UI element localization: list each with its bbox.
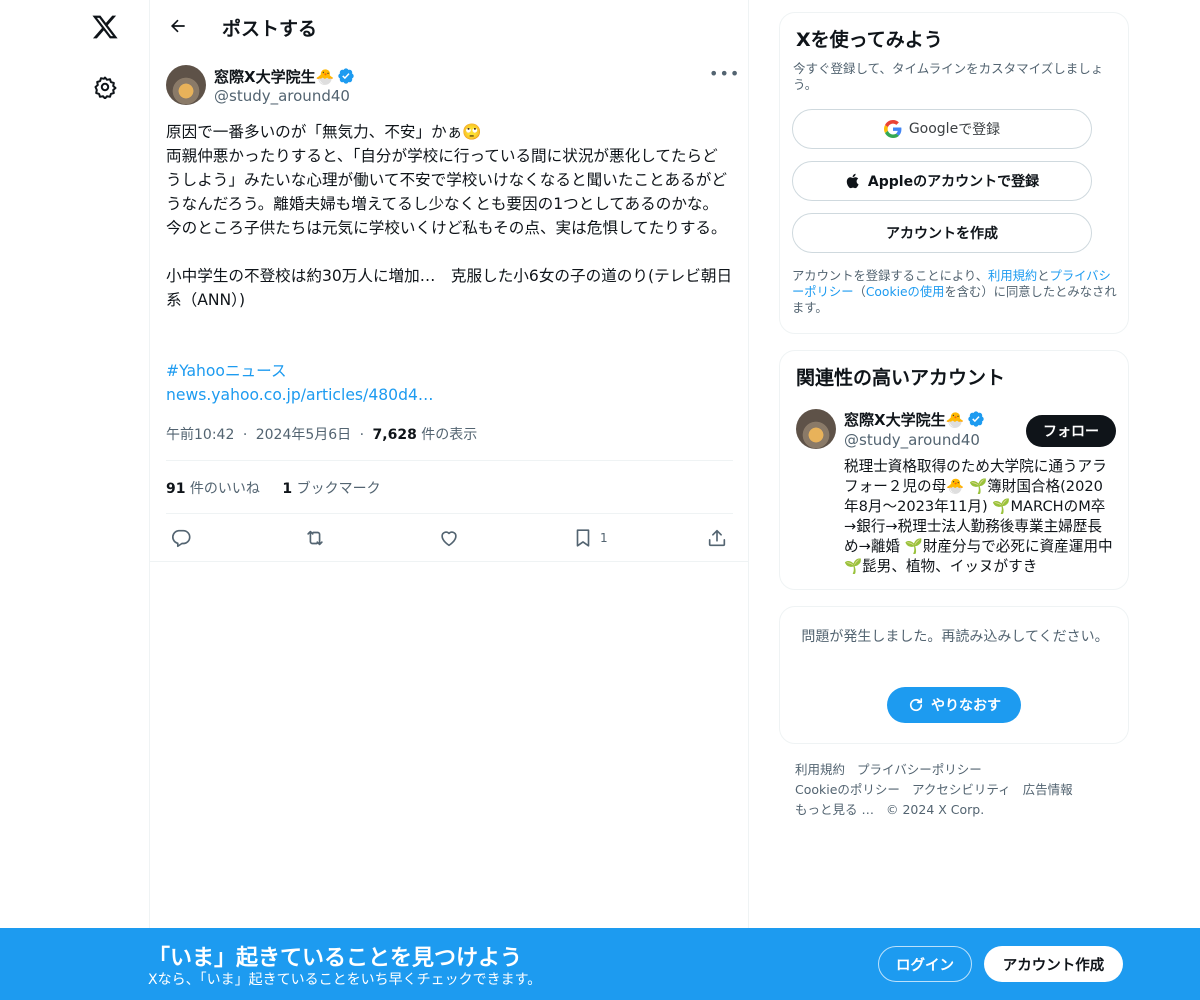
refresh-icon — [909, 698, 923, 712]
signup-card-subtitle: 今すぐ登録して、タイムラインをカスタマイズしましょう。 — [793, 61, 1104, 92]
bookmark-icon — [576, 529, 590, 547]
avatar[interactable] — [166, 65, 206, 105]
bookmark-action-count: 1 — [600, 531, 608, 545]
page-title: ポストする — [222, 18, 318, 40]
verified-badge-icon — [968, 411, 984, 427]
create-account-button[interactable]: アカウントを作成 — [792, 213, 1092, 253]
footer-row: 利用規約 プライバシーポリシー — [795, 760, 1125, 780]
divider — [150, 561, 749, 562]
legal-paren: （ — [853, 285, 866, 299]
post-author: 窓際X大学院生🐣 @study_around40 ••• — [166, 64, 739, 108]
footer-link-privacy[interactable]: プライバシーポリシー — [857, 762, 982, 777]
likes-label: 件のいいね — [185, 481, 260, 497]
reply-icon[interactable] — [170, 524, 192, 552]
related-user-name[interactable]: 窓際X大学院生🐣 — [844, 409, 985, 430]
related-card-title: 関連性の高いアカウント — [796, 367, 1006, 389]
post-time[interactable]: 午前10:42 — [166, 427, 234, 443]
footer-link-more[interactable]: もっと見る … — [795, 802, 874, 817]
apple-signup-button[interactable]: Appleのアカウントで登録 — [792, 161, 1092, 201]
retry-label: やりなおす — [931, 698, 1001, 714]
author-handle[interactable]: @study_around40 — [214, 87, 350, 105]
footer-links: 利用規約 プライバシーポリシー Cookieのポリシー アクセシビリティ 広告情報 も… — [795, 760, 1125, 820]
post-meta: 午前10:42 · 2024年5月6日 · 7,628 件の表示 — [166, 424, 477, 444]
bookmarks-label: ブックマーク — [292, 481, 381, 497]
avatar[interactable] — [796, 409, 836, 449]
banner-title: 「いま」起きていることを見つけよう — [148, 946, 523, 971]
google-icon — [883, 120, 902, 138]
meta-separator: · — [359, 427, 365, 443]
cookie-link[interactable]: Cookieの使用 — [866, 285, 945, 299]
copyright: © 2024 X Corp. — [885, 802, 985, 817]
signup-card: Xを使ってみよう 今すぐ登録して、タイムラインをカスタマイズしましょう。 Goo… — [779, 12, 1129, 334]
x-logo-icon[interactable] — [88, 10, 122, 44]
related-user[interactable]: 窓際X大学院生🐣 @study_around40 フォロー 税理士資格取得のため… — [796, 409, 1116, 583]
divider — [166, 460, 733, 461]
bookmark-action[interactable]: 1 — [572, 524, 608, 552]
meta-separator: · — [242, 427, 248, 443]
author-name-text[interactable]: 窓際X大学院生🐣 — [214, 68, 334, 86]
author-name[interactable]: 窓際X大学院生🐣 — [214, 66, 355, 87]
views-count: 7,628 — [372, 427, 417, 443]
page-header: ポストする — [150, 0, 749, 54]
footer-link-accessibility[interactable]: アクセシビリティ — [912, 782, 1011, 797]
post-actions: 1 — [166, 524, 733, 552]
error-message: 問題が発生しました。再読み込みしてください。 — [801, 629, 1109, 645]
legal-prefix: アカウントを登録することにより、 — [792, 269, 989, 283]
footer-row: もっと見る … © 2024 X Corp. — [795, 800, 1125, 820]
footer-link-ads[interactable]: 広告情報 — [1023, 782, 1073, 797]
likes-stat[interactable]: 91 件のいいね — [166, 481, 260, 497]
views-label: 件の表示 — [416, 427, 478, 443]
google-brand: Google — [908, 121, 959, 137]
related-user-handle[interactable]: @study_around40 — [844, 431, 980, 449]
verified-badge-icon — [338, 68, 354, 84]
post-stats: 91 件のいいね 1 ブックマーク — [166, 478, 399, 498]
gear-icon[interactable] — [88, 70, 122, 104]
error-card: 問題が発生しました。再読み込みしてください。 やりなおす — [779, 606, 1129, 744]
repost-icon[interactable] — [303, 524, 327, 552]
more-options-icon[interactable]: ••• — [709, 64, 739, 86]
follow-button[interactable]: フォロー — [1026, 415, 1116, 447]
related-user-bio: 税理士資格取得のため大学院に通うアラフォー２児の母🐣 🌱簿財国合格(2020年8… — [844, 458, 1113, 575]
related-accounts-card: 関連性の高いアカウント 窓際X大学院生🐣 @study_around40 フォロ… — [779, 350, 1129, 590]
hashtag-link[interactable]: #Yahooニュース — [166, 359, 287, 383]
legal-and: と — [1037, 269, 1050, 283]
likes-count: 91 — [166, 481, 186, 497]
post-date[interactable]: 2024年5月6日 — [256, 427, 351, 443]
legal-text: アカウントを登録することにより、利用規約とプライバシーポリシー（Cookieの使… — [792, 268, 1118, 316]
left-nav — [0, 0, 150, 1000]
related-user-name-text[interactable]: 窓際X大学院生🐣 — [844, 411, 964, 429]
article-link[interactable]: news.yahoo.co.jp/articles/480d4… — [166, 383, 434, 407]
signup-banner: 「いま」起きていることを見つけよう Xなら、「いま」起きていることをいち早くチェ… — [0, 928, 1200, 1000]
terms-link[interactable]: 利用規約 — [988, 269, 1037, 283]
google-signup-button[interactable]: Google で登録 — [792, 109, 1092, 149]
retry-button[interactable]: やりなおす — [887, 687, 1021, 723]
banner-subtitle: Xなら、「いま」起きていることをいち早くチェックできます。 — [148, 972, 542, 988]
main-column: ポストする 窓際X大学院生🐣 @study_around40 ••• 原因で一番… — [150, 0, 749, 1000]
bookmarks-stat[interactable]: 1 ブックマーク — [282, 481, 380, 497]
apple-icon — [846, 173, 859, 189]
bookmarks-count: 1 — [282, 481, 293, 497]
post-text: 原因で一番多いのが「無気力、不安」かぁ🙄 両親仲悪かったりすると、「自分が学校に… — [166, 123, 733, 309]
back-arrow-icon[interactable] — [162, 10, 194, 42]
divider — [166, 513, 733, 514]
apple-label: Appleのアカウントで登録 — [867, 174, 1040, 190]
login-button[interactable]: ログイン — [878, 946, 972, 982]
footer-link-cookie[interactable]: Cookieのポリシー — [795, 782, 900, 797]
signup-button[interactable]: アカウント作成 — [984, 946, 1123, 982]
like-icon[interactable] — [438, 524, 460, 552]
footer-link-terms[interactable]: 利用規約 — [795, 762, 845, 777]
signup-card-title: Xを使ってみよう — [796, 29, 943, 51]
footer-row: Cookieのポリシー アクセシビリティ 広告情報 — [795, 780, 1125, 800]
google-suffix: で登録 — [958, 122, 1001, 138]
share-icon[interactable] — [706, 524, 728, 552]
